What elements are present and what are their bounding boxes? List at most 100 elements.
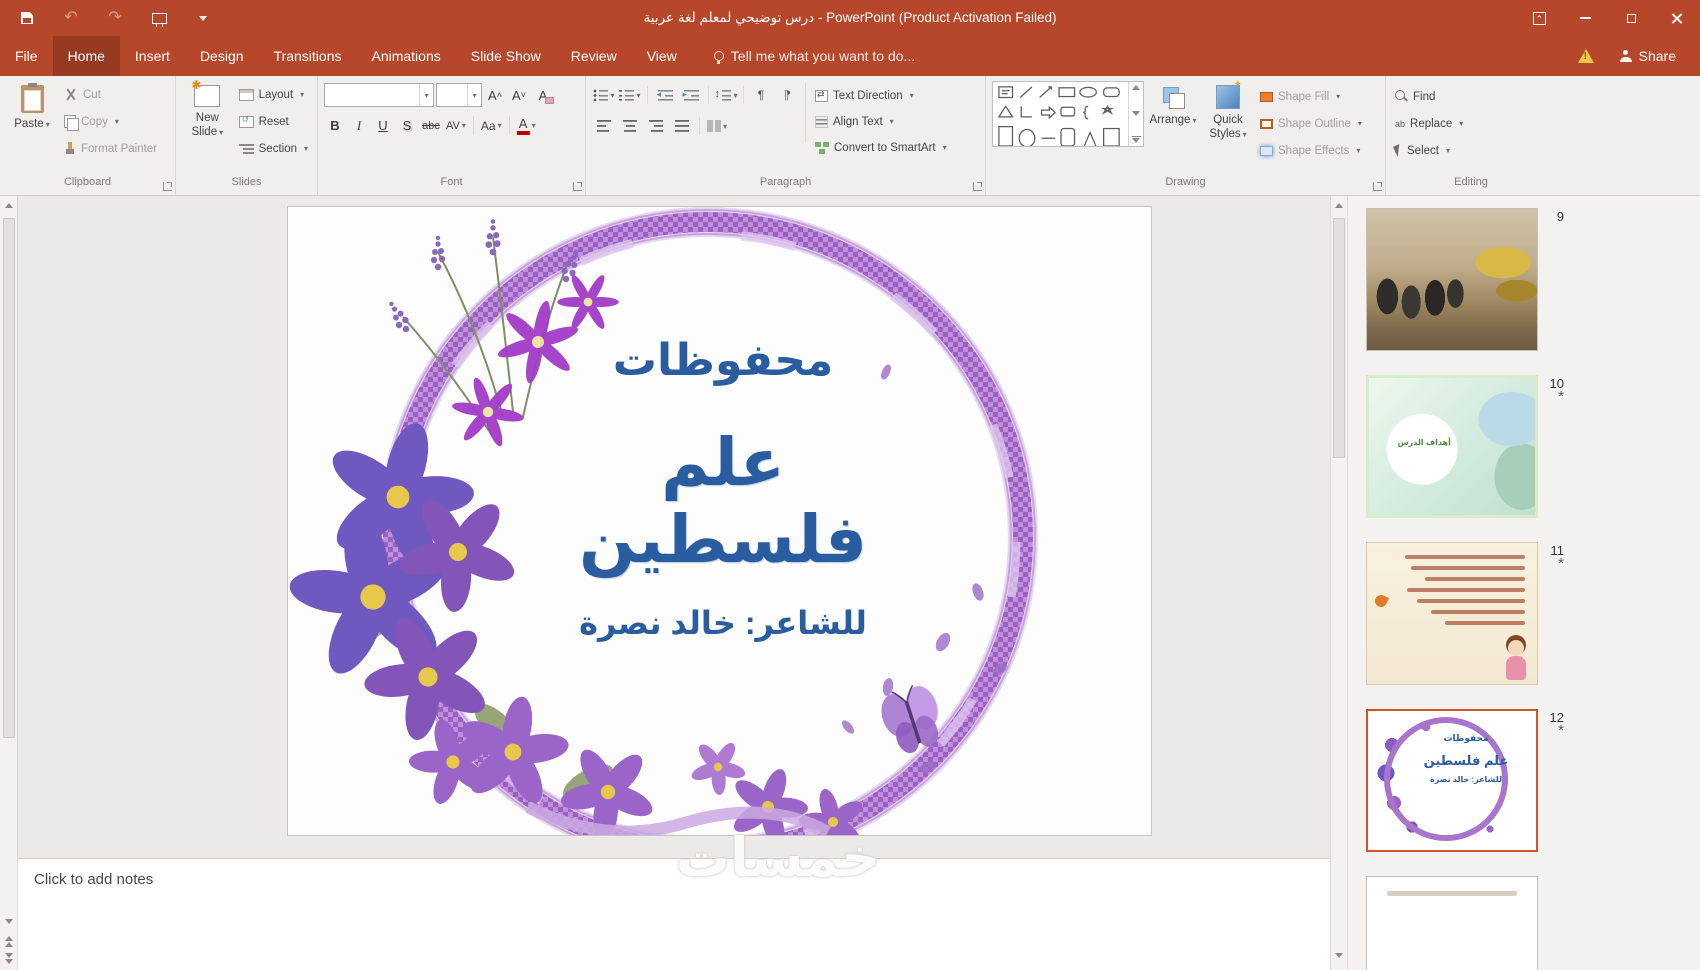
paragraph-dialog-launcher[interactable] [973, 182, 982, 191]
justify-button[interactable] [670, 115, 694, 137]
customize-qat-button[interactable] [192, 7, 214, 29]
numbering-button[interactable] [618, 84, 642, 106]
rtl-paragraph-icon: ¶ [783, 88, 791, 102]
panel-scroll-up-button[interactable] [1330, 196, 1348, 214]
shape-outline-button[interactable]: Shape Outline [1257, 112, 1365, 135]
tab-slideshow[interactable]: Slide Show [456, 36, 556, 76]
notes-pane[interactable]: Click to add notes [18, 858, 1330, 970]
align-center-button[interactable] [618, 115, 642, 137]
find-button[interactable]: Find [1392, 85, 1466, 108]
align-text-button[interactable]: Align Text [812, 110, 950, 133]
thumbnail-row-11: 11 * [1366, 542, 1700, 685]
change-case-button[interactable]: Aa [479, 114, 504, 137]
next-slide-button[interactable] [4, 953, 13, 964]
replace-button[interactable]: ab Replace [1392, 112, 1466, 135]
slide-12-thumbnail-selected[interactable]: محفوظات علم فلسطين للشاعر: خالد نصرة [1366, 709, 1538, 852]
font-color-button[interactable]: A [515, 114, 538, 137]
font-size-combo[interactable] [436, 83, 482, 107]
increase-font-button[interactable]: A [484, 84, 506, 107]
paste-button[interactable]: Paste [6, 81, 58, 171]
editor-vertical-scrollbar[interactable] [0, 196, 18, 970]
undo-button[interactable] [60, 7, 82, 29]
slide-11-thumbnail[interactable] [1366, 542, 1538, 685]
convert-smartart-button[interactable]: Convert to SmartArt [812, 136, 950, 159]
underline-button[interactable]: U [372, 114, 394, 137]
italic-button[interactable]: I [348, 114, 370, 137]
scroll-down-button[interactable] [0, 912, 18, 930]
shape-gallery[interactable] [992, 81, 1144, 147]
layout-button[interactable]: Layout [236, 83, 311, 106]
clear-formatting-button[interactable]: A [532, 84, 554, 107]
new-slide-button[interactable]: New Slide [182, 78, 233, 171]
save-button[interactable] [16, 7, 38, 29]
format-painter-button[interactable]: Format Painter [61, 137, 160, 160]
slide-canvas[interactable]: محفوظات علم فلسطين للشاعر: خالد نصرة [287, 206, 1152, 836]
tab-insert[interactable]: Insert [120, 36, 185, 76]
slide-title-textbox[interactable]: محفوظات علم فلسطين للشاعر: خالد نصرة [518, 335, 928, 642]
reset-icon [238, 114, 254, 128]
cut-button[interactable]: Cut [61, 83, 160, 106]
panel-scrollbar-thumb[interactable] [1333, 218, 1345, 458]
shapes-scroll-down[interactable] [1132, 110, 1140, 116]
slide-10-thumbnail[interactable]: أهداف الدرس [1366, 375, 1538, 518]
font-name-combo[interactable] [324, 83, 434, 107]
shapes-scroll-up[interactable] [1132, 85, 1140, 90]
close-button[interactable] [1654, 0, 1700, 36]
panel-vertical-scrollbar[interactable] [1330, 196, 1348, 970]
ribbon-display-options-button[interactable] [1516, 0, 1562, 36]
align-right-button[interactable] [644, 115, 668, 137]
character-spacing-button[interactable]: AV [444, 114, 468, 137]
tab-design[interactable]: Design [185, 36, 259, 76]
tab-transitions[interactable]: Transitions [259, 36, 357, 76]
tellme-box[interactable]: Tell me what you want to do... [713, 36, 915, 76]
scroll-up-button[interactable] [0, 196, 18, 214]
shape-fill-button[interactable]: Shape Fill [1257, 85, 1365, 108]
copy-button[interactable]: Copy [61, 110, 160, 133]
lightbulb-icon [713, 51, 724, 64]
text-shadow-button[interactable]: S [396, 114, 418, 137]
shapes-more-button[interactable] [1131, 136, 1141, 143]
rtl-direction-button[interactable]: ¶ [775, 84, 799, 106]
arrange-button[interactable]: Arrange [1147, 81, 1199, 171]
previous-slide-button[interactable] [4, 936, 13, 947]
shape-outline-icon [1260, 118, 1273, 129]
panel-scroll-down-button[interactable] [1330, 946, 1348, 964]
clipboard-dialog-launcher[interactable] [163, 182, 172, 191]
tab-view[interactable]: View [632, 36, 692, 76]
align-left-button[interactable] [592, 115, 616, 137]
text-direction-button[interactable]: Text Direction [812, 84, 950, 107]
ltr-direction-button[interactable]: ¶ [749, 84, 773, 106]
tab-animations[interactable]: Animations [356, 36, 455, 76]
slide-editor-area[interactable]: محفوظات علم فلسطين للشاعر: خالد نصرة [18, 196, 1330, 858]
slide-10-star: * [1558, 388, 1564, 405]
start-slideshow-button[interactable] [148, 7, 170, 29]
increase-indent-button[interactable] [679, 84, 703, 106]
slide-13-thumbnail[interactable] [1366, 876, 1538, 970]
shape-effects-button[interactable]: Shape Effects [1257, 139, 1365, 162]
columns-button[interactable] [705, 115, 729, 137]
bold-button[interactable]: B [324, 114, 346, 137]
minimize-button[interactable] [1562, 0, 1608, 36]
decrease-font-button[interactable]: A [508, 84, 530, 107]
strikethrough-button[interactable]: abc [420, 114, 442, 137]
drawing-dialog-launcher[interactable] [1373, 182, 1382, 191]
tab-review[interactable]: Review [556, 36, 632, 76]
slide-9-number: 9 [1556, 209, 1564, 224]
quick-styles-button[interactable]: Quick Styles [1202, 79, 1254, 171]
scrollbar-thumb[interactable] [2, 218, 15, 738]
redo-button[interactable] [104, 7, 126, 29]
select-button[interactable]: Select [1392, 139, 1466, 162]
save-icon [21, 12, 33, 24]
tab-file[interactable]: File [0, 36, 53, 76]
reset-button[interactable]: Reset [236, 110, 311, 133]
slide-9-thumbnail[interactable] [1366, 208, 1538, 351]
decrease-indent-button[interactable] [653, 84, 677, 106]
line-spacing-button[interactable] [714, 84, 738, 106]
section-button[interactable]: Section [236, 137, 311, 160]
activation-warning-icon[interactable] [1577, 49, 1594, 63]
share-button[interactable]: Share [1619, 48, 1676, 64]
font-dialog-launcher[interactable] [573, 182, 582, 191]
bullets-button[interactable] [592, 84, 616, 106]
tab-home[interactable]: Home [52, 36, 120, 76]
restore-button[interactable] [1608, 0, 1654, 36]
